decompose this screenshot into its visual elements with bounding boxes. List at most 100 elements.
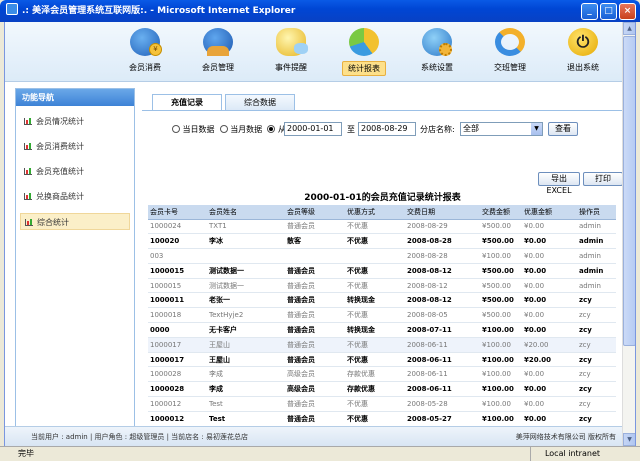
nav-shift-manage[interactable]: 交班管理 — [480, 28, 540, 78]
table-cell: admin — [577, 233, 616, 250]
report-tabs: 充值记录 综合数据 — [152, 94, 298, 111]
nav-label: 会员消费 — [129, 63, 161, 72]
scroll-down-icon[interactable]: ▼ — [623, 433, 635, 446]
member-consume-icon: ¥ — [130, 28, 162, 56]
table-row[interactable]: 1000015 测试数据一 普通会员 不优惠 2008-08-12 ¥500.00 ¥0.0… — [148, 278, 616, 294]
sidebar-item-exchange-goods[interactable]: 兑换商品统计 — [20, 188, 130, 205]
table-cell: 测试数据一 — [207, 278, 285, 294]
table-cell: ¥0.00 — [522, 396, 577, 412]
sidebar-item-member-recharge[interactable]: 会员充值统计 — [20, 163, 130, 180]
col-pay-amount: 交费金额 — [480, 205, 522, 220]
table-cell: 不优惠 — [345, 307, 405, 324]
table-cell: 普通会员 — [285, 411, 345, 427]
table-cell: 1000017 — [148, 337, 207, 353]
tab-recharge-records[interactable]: 充值记录 — [152, 94, 222, 111]
table-cell: ¥0.00 — [522, 322, 577, 338]
table-cell: ¥0.00 — [522, 292, 577, 309]
table-row[interactable]: 0000 无卡客户 普通会员 转换现金 2008-07-11 ¥100.00 ¥0.00 zc… — [148, 322, 616, 338]
table-cell: 2008-08-28 — [405, 233, 480, 250]
nav-label: 会员管理 — [202, 63, 234, 72]
table-row[interactable]: 1000012Test普通会员不优惠2008-05-27¥100.00¥0.00… — [148, 411, 616, 427]
browser-viewport: ¥ 会员消费 会员管理 事件提醒 统计报表 系统设置 交班管理 ⏻ 退出系统 功… — [4, 22, 636, 446]
table-row[interactable]: 1000017 王屋山 普通会员 不优惠 2008-06-11 ¥100.00 ¥20.00… — [148, 352, 616, 368]
sidebar-title: 功能导航 — [16, 89, 134, 106]
close-button[interactable]: × — [619, 3, 636, 20]
table-cell: 转换现金 — [345, 322, 405, 338]
table-cell: 1000028 — [148, 381, 207, 398]
table-row[interactable]: 1000012 Test 普通会员 不优惠 2008-05-28 ¥100.00 ¥0.00… — [148, 396, 616, 412]
table-header-row: 会员卡号 会员姓名 会员等级 优惠方式 交费日期 交费金额 优惠金额 操作员 — [148, 205, 616, 220]
table-cell: zcy — [577, 292, 616, 309]
col-discount-amount: 优惠金额 — [522, 205, 577, 220]
table-cell: 2008-05-28 — [405, 396, 480, 412]
radio-today[interactable] — [172, 125, 180, 133]
date-filter: 当日数据 当月数据 从 — [172, 122, 286, 138]
bar-chart-icon — [24, 118, 32, 125]
table-row[interactable]: 1000015 测试数据一 普通会员 不优惠 2008-08-12 ¥500.00 ¥0.0… — [148, 263, 616, 279]
chevron-down-icon[interactable]: ▼ — [531, 123, 542, 135]
table-cell: 2008-08-12 — [405, 263, 480, 279]
store-select[interactable]: 全部 ▼ — [460, 122, 543, 136]
table-row[interactable]: 1000011 老张一 普通会员 转换现金 2008-08-12 ¥500.00 ¥0.00… — [148, 292, 616, 309]
start-date-input[interactable]: 2000-01-01 — [284, 122, 342, 136]
scroll-thumb[interactable] — [623, 36, 635, 346]
maximize-button[interactable]: □ — [600, 3, 617, 20]
bar-chart-icon — [25, 219, 33, 226]
table-cell: 1000018 — [148, 307, 207, 324]
table-cell: 不优惠 — [345, 352, 405, 368]
table-cell: 普通会员 — [285, 322, 345, 338]
radio-month-label: 当月数据 — [230, 125, 263, 134]
main-content: 充值记录 综合数据 当日数据 当月数据 从 2000-01-01 至 2008-… — [142, 88, 623, 436]
sidebar-item-label: 综合统计 — [37, 218, 69, 227]
table-row[interactable]: 1000028 李成 高级会员 存款优惠 2008-06-11 ¥100.00 ¥0.00 z… — [148, 381, 616, 398]
search-button[interactable]: 查看 — [548, 122, 578, 136]
table-row[interactable]: 1000024 TXT1 普通会员 不优惠 2008-08-29 ¥500.00 ¥0.00… — [148, 219, 616, 235]
sidebar-item-label: 会员充值统计 — [36, 167, 84, 176]
vertical-scrollbar[interactable]: ▲ ▼ — [622, 22, 635, 446]
table-row[interactable]: 1000018 TextHyje2 普通会员 不优惠 2008-08-05 ¥500.00… — [148, 307, 616, 324]
nav-label: 系统设置 — [421, 63, 453, 72]
nav-label: 交班管理 — [494, 63, 526, 72]
nav-member-manage[interactable]: 会员管理 — [188, 28, 248, 78]
scroll-up-icon[interactable]: ▲ — [623, 22, 635, 35]
table-cell: 2008-06-11 — [405, 337, 480, 353]
table-row[interactable]: 1000028 李成 高级会员 存款优惠 2008-06-11 ¥100.00 ¥0.00 z… — [148, 366, 616, 383]
sidebar-item-member-consume[interactable]: 会员消费统计 — [20, 138, 130, 155]
table-cell: 不优惠 — [345, 233, 405, 250]
table-cell: 普通会员 — [285, 396, 345, 412]
col-member-level: 会员等级 — [285, 205, 345, 220]
table-cell: ¥100.00 — [480, 322, 522, 338]
window-title: .: 美泽会员管理系统互联网版:. - Microsoft Internet E… — [22, 6, 296, 16]
end-date-input[interactable]: 2008-08-29 — [358, 122, 416, 136]
recharge-table: 会员卡号 会员姓名 会员等级 优惠方式 交费日期 交费金额 优惠金额 操作员 1… — [148, 205, 616, 436]
table-row[interactable]: 003 2008-08-28 ¥100.00 ¥0.00 admin — [148, 248, 616, 264]
table-cell: 1000017 — [148, 352, 207, 368]
table-cell — [345, 248, 405, 264]
table-cell: 普通会员 — [285, 278, 345, 294]
minimize-button[interactable]: _ — [581, 3, 598, 20]
table-row[interactable]: 1000017 王屋山 普通会员 不优惠 2008-06-11 ¥100.00 ¥20.00… — [148, 337, 616, 353]
tab-comprehensive-data[interactable]: 综合数据 — [225, 94, 295, 111]
nav-member-consume[interactable]: ¥ 会员消费 — [115, 28, 175, 78]
table-cell: 不优惠 — [345, 411, 405, 427]
sidebar-item-member-status[interactable]: 会员情况统计 — [20, 113, 130, 130]
table-cell: 普通会员 — [285, 219, 345, 235]
radio-month[interactable] — [219, 125, 228, 133]
nav-exit-system[interactable]: ⏻ 退出系统 — [553, 28, 613, 78]
radio-range[interactable] — [267, 125, 276, 133]
table-cell: zcy — [577, 396, 616, 412]
system-settings-icon — [422, 28, 452, 56]
nav-event-remind[interactable]: 事件提醒 — [261, 28, 321, 78]
table-row[interactable]: 100020 李冰 散客 不优惠 2008-08-28 ¥500.00 ¥0.00 admin — [148, 233, 616, 250]
nav-system-settings[interactable]: 系统设置 — [407, 28, 467, 78]
export-excel-button[interactable]: 导出EXCEL — [538, 172, 580, 195]
table-cell: zcy — [577, 411, 616, 427]
table-cell: 李冰 — [207, 233, 285, 250]
table-cell: Test — [207, 396, 285, 412]
table-cell: ¥500.00 — [480, 263, 522, 279]
table-cell: ¥0.00 — [522, 219, 577, 235]
print-button[interactable]: 打印 — [583, 172, 623, 186]
table-cell: 高级会员 — [285, 381, 345, 398]
sidebar-item-comprehensive[interactable]: 综合统计 — [20, 213, 130, 230]
nav-stats-report[interactable]: 统计报表 — [334, 28, 394, 78]
